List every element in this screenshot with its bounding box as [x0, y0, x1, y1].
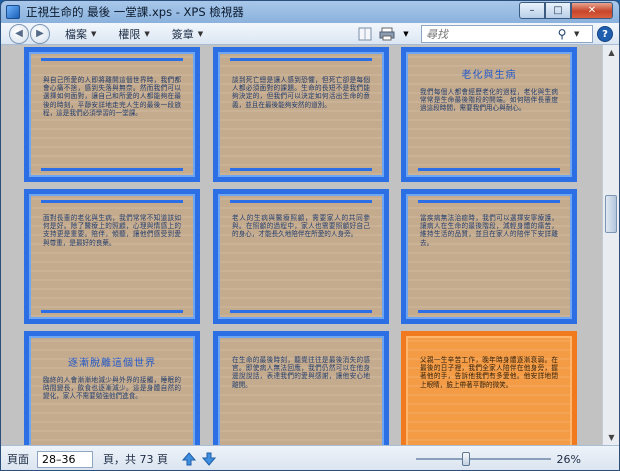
- chevron-down-icon: ▼: [144, 29, 150, 38]
- view-options-icon[interactable]: ▼: [401, 27, 411, 41]
- page-number-input[interactable]: [37, 450, 93, 468]
- forward-button[interactable]: ▶: [30, 23, 50, 44]
- menu-permissions[interactable]: 權限 ▼: [118, 26, 149, 42]
- page-label: 頁面: [7, 453, 29, 466]
- vertical-scrollbar[interactable]: ▲ ▼: [602, 45, 619, 445]
- print-icon[interactable]: [379, 27, 395, 41]
- page-heading: 老化與生病: [461, 70, 517, 81]
- page-text: 談到死亡總是讓人感到恐懼，但死亡卻是每個人都必須面對的課題。生命的長短不是我們能…: [232, 76, 370, 109]
- document-pages-area[interactable]: 與自己所愛的人即將離開這個世界時，我們都會心痛不捨，感到失落與無奈。然而我們可以…: [1, 45, 602, 445]
- menu-signatures-label: 簽章: [171, 27, 194, 41]
- close-button[interactable]: ✕: [571, 2, 613, 19]
- page-text: 我們每個人都會經歷老化的過程，老化與生病常常是生命最後階段的開端。如何陪伴長輩度…: [420, 88, 558, 113]
- toolbar: ◀ ▶ 檔案▼ 權限▼ 簽章▼ ▼ ⚲ ▼ ?: [1, 23, 619, 45]
- page-thumbnail[interactable]: 談到死亡總是讓人感到恐懼，但死亡卻是每個人都必須面對的課題。生命的長短不是我們能…: [213, 47, 389, 182]
- page-thumbnail[interactable]: 老人的生病與醫療照顧，需要家人的共同參與。在照顧的過程中，家人也需要照顧好自己的…: [213, 189, 389, 324]
- search-options-chevron-icon[interactable]: ▼: [574, 30, 579, 38]
- previous-page-icon[interactable]: [182, 452, 196, 466]
- zoom-track: [416, 458, 551, 460]
- search-icon[interactable]: ⚲: [554, 27, 570, 41]
- page-text: 當疾病無法治癒時，我們可以選擇安寧療護，讓病人在生命的最後階段，減輕身體的痛苦，…: [420, 214, 558, 247]
- back-button[interactable]: ◀: [9, 23, 29, 44]
- page-text: 在生命的最後時刻，聽覺往往是最後消失的感官。即使病人無法回應，我們仍然可以在他身…: [232, 356, 370, 389]
- chevron-down-icon: ▼: [91, 29, 97, 38]
- forward-arrow-icon: ▶: [36, 28, 44, 39]
- page-text: 與自己所愛的人即將離開這個世界時，我們都會心痛不捨，感到失落與無奈。然而我們可以…: [43, 76, 181, 117]
- menu-file[interactable]: 檔案 ▼: [65, 26, 96, 42]
- search-input[interactable]: [422, 26, 554, 42]
- page-text: 面對長輩的老化與生病，我們常常不知道該如何是好。除了醫療上的照顧，心理與情感上的…: [43, 214, 181, 247]
- back-arrow-icon: ◀: [15, 28, 23, 39]
- page-text: 老人的生病與醫療照顧，需要家人的共同參與。在照顧的過程中，家人也需要照顧好自己的…: [232, 214, 370, 239]
- menu-permissions-label: 權限: [118, 27, 141, 41]
- page-thumbnail[interactable]: 逐漸脫離這個世界 臨終的人會漸漸地減少與外界的接觸，睡眠的時間變長，飲食也逐漸減…: [24, 331, 200, 445]
- scrollbar-thumb[interactable]: [605, 195, 617, 233]
- menu-signatures[interactable]: 簽章 ▼: [172, 26, 203, 42]
- page-thumbnail[interactable]: 與自己所愛的人即將離開這個世界時，我們都會心痛不捨，感到失落與無奈。然而我們可以…: [24, 47, 200, 182]
- scroll-up-icon[interactable]: ▲: [604, 45, 619, 60]
- help-icon[interactable]: ?: [597, 26, 613, 42]
- xps-viewer-window: 正視生命的 最後 一堂課.xps - XPS 檢視器 – □ ✕ ◀ ▶ 檔案 ▼…: [0, 0, 620, 471]
- page-thumbnail[interactable]: 老化與生病 我們每個人都會經歷老化的過程，老化與生病常常是生命最後階段的開端。如…: [401, 47, 577, 182]
- minimize-button[interactable]: –: [519, 2, 545, 19]
- title-bar: 正視生命的 最後 一堂課.xps - XPS 檢視器 – □ ✕: [1, 1, 619, 23]
- next-page-icon[interactable]: [202, 452, 216, 466]
- page-total: 頁，共 73 頁: [103, 453, 168, 466]
- zoom-slider[interactable]: [416, 452, 551, 466]
- xps-app-icon: [6, 5, 20, 19]
- page-text: 父親一生辛苦工作，晚年時身體逐漸衰弱。在最後的日子裡，我們全家人陪伴在他身旁，握…: [420, 356, 558, 389]
- zoom-level: 26%: [556, 453, 581, 466]
- window-title: 正視生命的 最後 一堂課.xps - XPS 檢視器: [26, 5, 244, 19]
- maximize-button[interactable]: □: [545, 2, 571, 19]
- chevron-down-icon: ▼: [197, 29, 204, 38]
- thumbnails-view-icon[interactable]: [357, 27, 373, 41]
- page-text: 臨終的人會漸漸地減少與外界的接觸，睡眠的時間變長，飲食也逐漸減少。這是身體自然的…: [43, 376, 181, 401]
- page-thumbnail[interactable]: 當疾病無法治癒時，我們可以選擇安寧療護，讓病人在生命的最後階段，減輕身體的痛苦，…: [401, 189, 577, 324]
- zoom-slider-thumb[interactable]: [462, 452, 470, 466]
- scroll-down-icon[interactable]: ▼: [604, 430, 619, 445]
- menu-file-label: 檔案: [65, 27, 87, 41]
- status-bar: 頁面 頁，共 73 頁 26%: [1, 445, 619, 470]
- page-thumbnail[interactable]: 面對長輩的老化與生病，我們常常不知道該如何是好。除了醫療上的照顧，心理與情感上的…: [24, 189, 200, 324]
- search-box[interactable]: ⚲ ▼: [421, 25, 593, 43]
- page-thumbnail-current[interactable]: 父親一生辛苦工作，晚年時身體逐漸衰弱。在最後的日子裡，我們全家人陪伴在他身旁，握…: [401, 331, 577, 445]
- page-thumbnail[interactable]: 在生命的最後時刻，聽覺往往是最後消失的感官。即使病人無法回應，我們仍然可以在他身…: [213, 331, 389, 445]
- page-heading: 逐漸脫離這個世界: [68, 358, 156, 369]
